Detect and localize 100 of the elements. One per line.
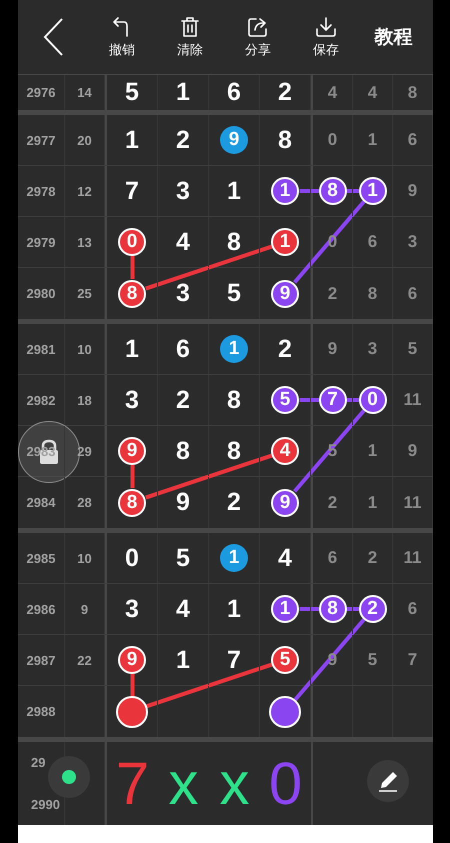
- undo-button[interactable]: 撤销: [88, 16, 156, 58]
- drawn-digit: 3: [176, 176, 190, 206]
- tail-number: 3: [408, 232, 418, 252]
- tail-number: 6: [408, 130, 418, 150]
- tail-number: 4: [368, 82, 378, 102]
- issue-number: 2987: [26, 652, 56, 668]
- tail-number: 5: [408, 339, 418, 359]
- marked-number: 1: [271, 228, 299, 256]
- marked-number: 4: [271, 437, 299, 465]
- marked-number: 1: [220, 544, 248, 572]
- marked-number: 9: [220, 126, 248, 154]
- count-number: 13: [77, 234, 92, 250]
- issue-number: 2979: [26, 234, 56, 250]
- handwritten-mark: x: [218, 754, 250, 814]
- marked-number: 1: [271, 595, 299, 623]
- drawn-digit: 3: [125, 594, 139, 624]
- tail-number: 9: [408, 181, 418, 201]
- tail-number: 8: [408, 82, 418, 102]
- drawn-digit: 7: [125, 176, 139, 206]
- count-number: 10: [77, 342, 92, 356]
- issue-number: 2990: [31, 796, 60, 812]
- drawn-digit: 9: [176, 488, 190, 517]
- tail-number: 1: [368, 130, 378, 150]
- drawn-digit: 8: [278, 126, 292, 154]
- drawn-digit: 1: [176, 78, 190, 107]
- tail-number: 1: [368, 441, 378, 461]
- marked-number: 8: [118, 280, 146, 308]
- drawn-digit: 1: [227, 594, 241, 624]
- drawn-digit: 4: [176, 228, 190, 256]
- tail-number: 11: [404, 548, 422, 568]
- drawn-digit: 1: [176, 646, 190, 674]
- drawn-digit: 8: [227, 436, 241, 466]
- marked-number: 8: [318, 595, 346, 623]
- drawn-digit: 2: [278, 334, 292, 364]
- tail-number: 7: [408, 650, 418, 670]
- drawn-digit: 8: [227, 386, 241, 414]
- tail-number: 6: [408, 599, 418, 619]
- issue-number: 2985: [26, 550, 56, 566]
- marked-number: 8: [318, 177, 346, 205]
- drawn-digit: 1: [227, 176, 241, 206]
- share-icon: [247, 16, 269, 38]
- issue-number: 2981: [26, 342, 56, 356]
- drawn-digit: 2: [278, 78, 292, 107]
- clear-button[interactable]: 清除: [156, 16, 224, 58]
- marked-number: 1: [220, 335, 248, 363]
- tail-number: 2: [328, 492, 338, 512]
- drawn-digit: 2: [176, 386, 190, 414]
- marked-number: 9: [271, 280, 299, 308]
- marked-number: 7: [318, 386, 346, 414]
- issue-number: 2977: [26, 132, 56, 148]
- tail-number: 9: [328, 339, 338, 359]
- count-number: 28: [77, 495, 92, 510]
- count-number: 12: [77, 184, 92, 198]
- tail-number: 6: [408, 284, 418, 304]
- issue-number: 29: [31, 755, 46, 770]
- issue-number: 2976: [26, 85, 56, 100]
- tutorial-button[interactable]: 教程: [360, 24, 427, 50]
- marked-number: 9: [118, 437, 146, 465]
- marked-number: 1: [271, 177, 299, 205]
- drawn-digit: 1: [125, 126, 139, 154]
- drawn-digit: 8: [176, 436, 190, 466]
- tail-number: 2: [368, 548, 378, 568]
- handwritten-mark: 7: [114, 754, 150, 814]
- tail-number: 9: [408, 441, 418, 461]
- drawn-digit: 0: [125, 544, 139, 572]
- issue-number: 2986: [26, 602, 56, 616]
- share-button[interactable]: 分享: [224, 16, 292, 58]
- count-number: 25: [77, 286, 92, 301]
- drawn-digit: 5: [227, 279, 241, 308]
- tail-number: 3: [368, 339, 378, 359]
- marked-number: 0: [118, 228, 146, 256]
- count-number: 14: [77, 85, 92, 100]
- trash-icon: [180, 16, 200, 38]
- tail-number: 6: [328, 548, 338, 568]
- marked-number: 5: [271, 646, 299, 674]
- marked-number: 9: [271, 488, 299, 516]
- tail-number: 8: [368, 284, 378, 304]
- drawn-digit: 6: [176, 334, 190, 364]
- drawn-digit: 2: [227, 488, 241, 517]
- drawn-digit: 7: [227, 646, 241, 674]
- marked-number: 2: [358, 595, 386, 623]
- pen-icon: [376, 769, 400, 793]
- tail-number: 2: [328, 284, 338, 304]
- drawn-digit: 3: [125, 386, 139, 414]
- drawn-digit: 4: [176, 594, 190, 624]
- drawn-digit: 5: [176, 544, 190, 572]
- tail-number: 1: [368, 492, 378, 512]
- tail-number: 6: [368, 232, 378, 252]
- drawn-digit: 1: [125, 334, 139, 364]
- drawn-digit: 8: [227, 228, 241, 256]
- save-button[interactable]: 保存: [292, 16, 360, 58]
- drawn-digit: 4: [278, 544, 292, 572]
- tail-number: 0: [328, 130, 338, 150]
- drawn-digit: 3: [176, 279, 190, 308]
- download-icon: [315, 16, 337, 38]
- count-number: 22: [77, 652, 92, 668]
- handwritten-mark: x: [168, 754, 200, 814]
- handwritten-mark: 0: [268, 754, 304, 814]
- tail-number: 4: [328, 82, 338, 102]
- back-icon[interactable]: [42, 17, 64, 57]
